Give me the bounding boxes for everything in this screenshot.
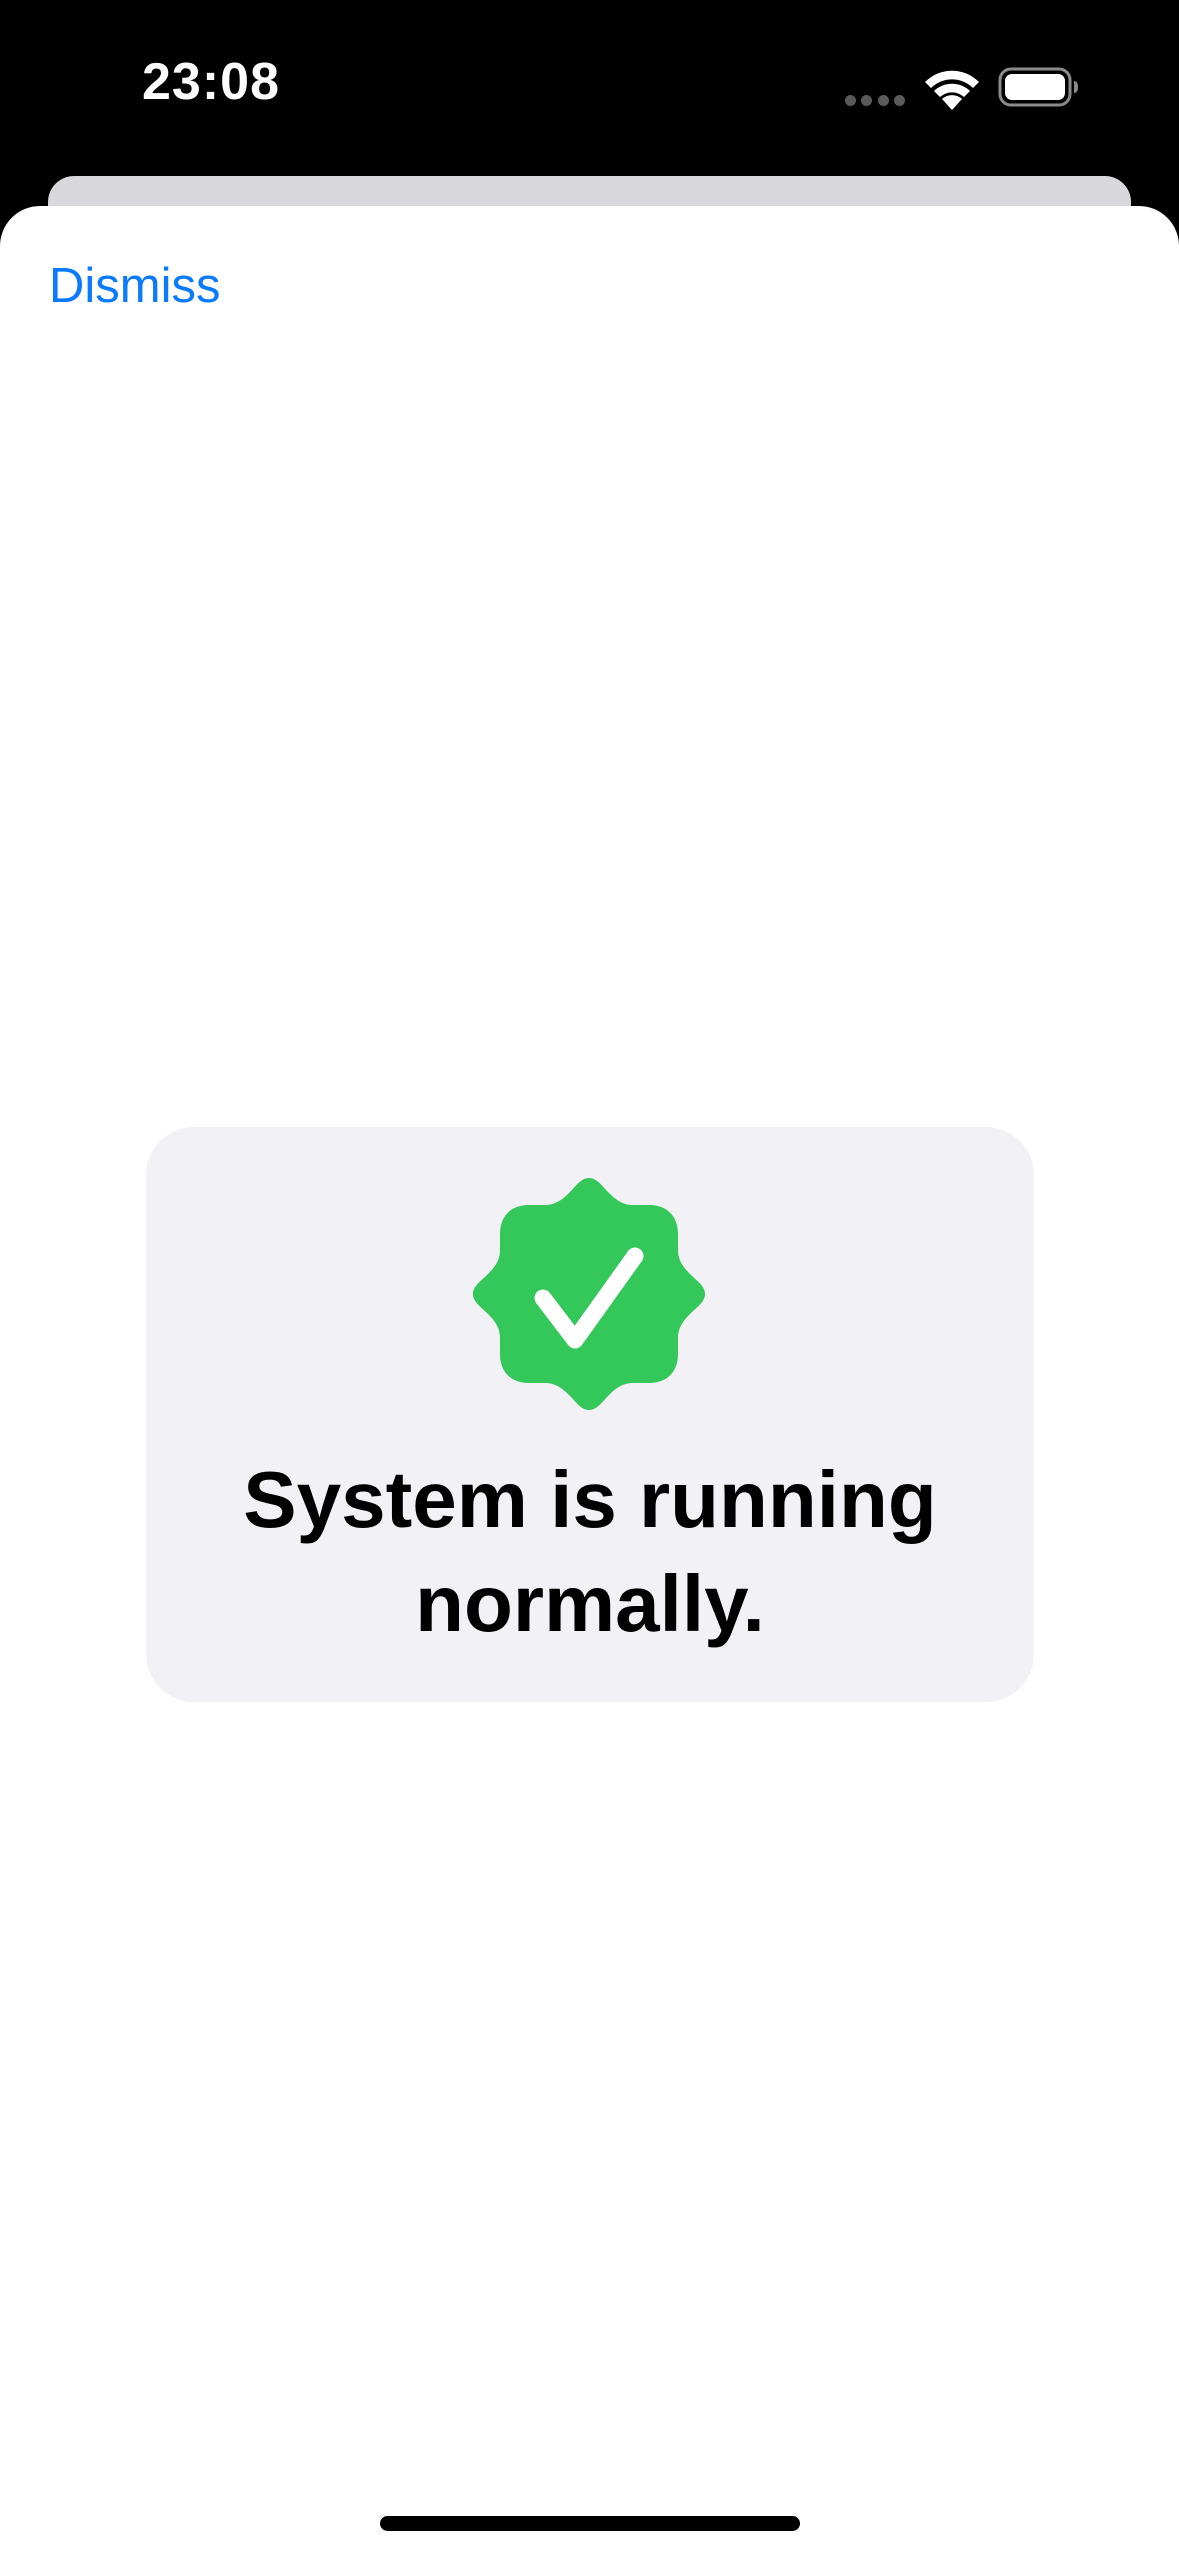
dismiss-button[interactable]: Dismiss xyxy=(49,258,220,314)
status-message: System is running normally. xyxy=(243,1455,937,1648)
checkmark-seal-icon xyxy=(473,1178,705,1410)
status-bar: 23:08 xyxy=(0,0,1179,176)
status-time: 23:08 xyxy=(142,53,280,111)
wifi-icon xyxy=(925,70,979,110)
screen: 23:08 Dismiss System is running normally… xyxy=(0,0,1179,2556)
battery-icon xyxy=(998,67,1078,107)
cellular-signal-icon xyxy=(845,95,905,107)
home-indicator[interactable] xyxy=(380,2516,800,2531)
